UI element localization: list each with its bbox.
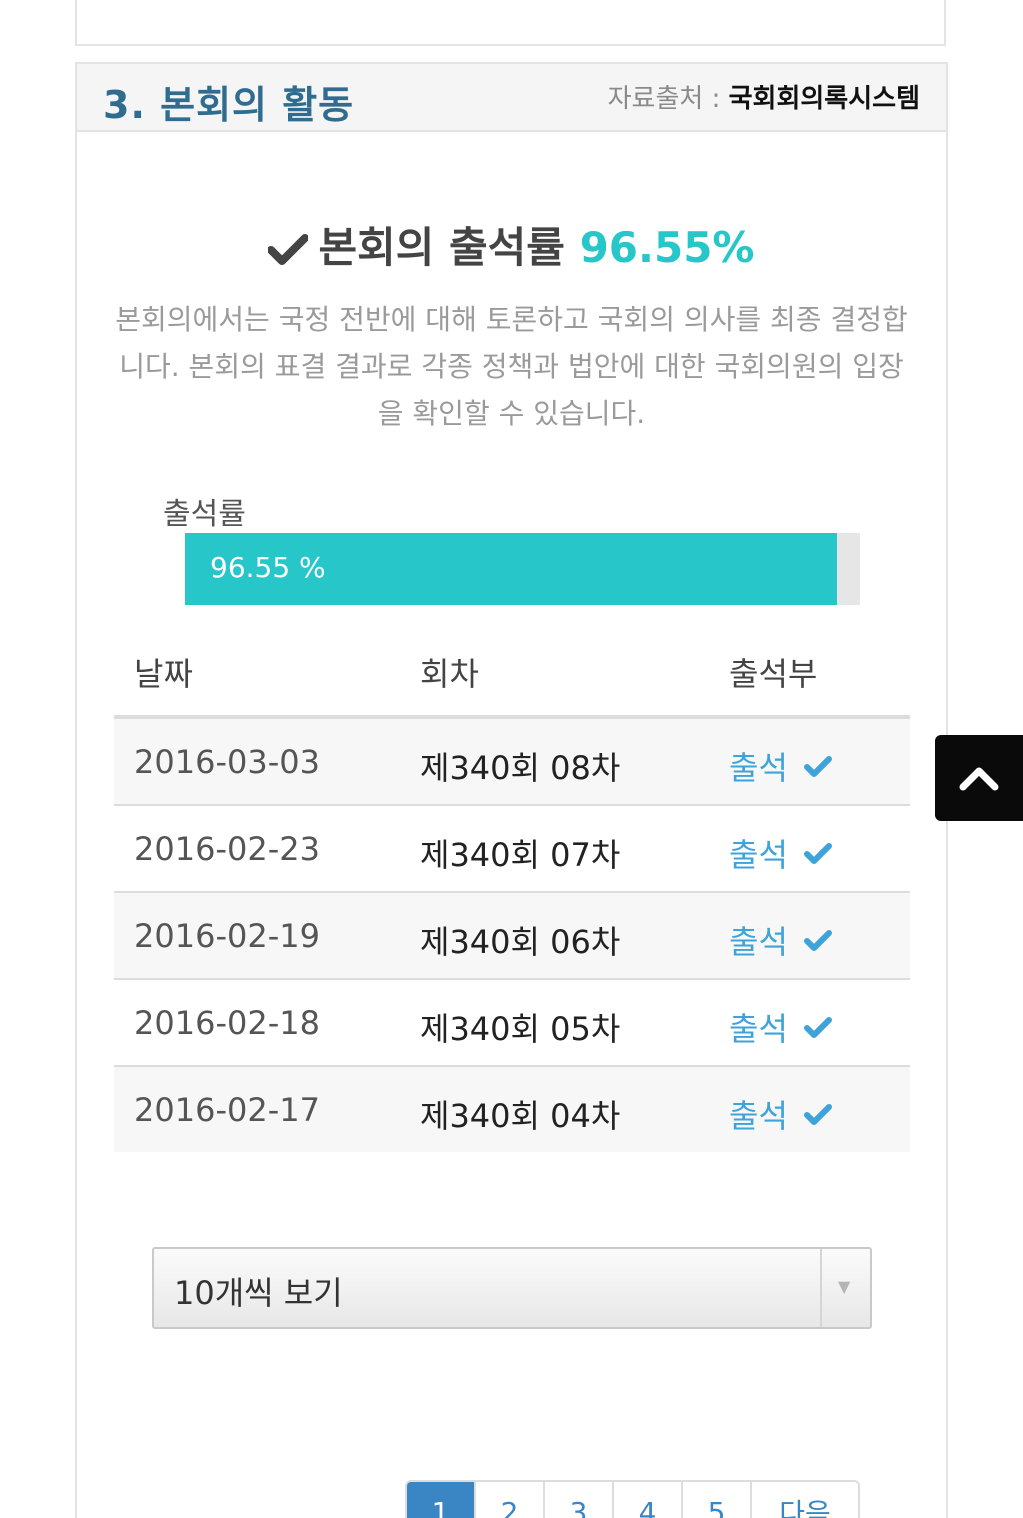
row-session: 제340회 08차 (420, 749, 621, 787)
row-date: 2016-02-19 (134, 917, 320, 955)
row-date: 2016-03-03 (134, 743, 320, 781)
page-size-selected: 10개씩 보기 (174, 1274, 343, 1312)
check-icon (803, 748, 832, 786)
column-header-date: 날짜 (134, 655, 193, 693)
attendance-status: 출석 (729, 749, 788, 787)
plenary-activity-section: 3. 본회의 활동 자료출처 : 국회회의록시스템 본회의 출석률 96.55%… (75, 62, 948, 1518)
row-attendance-link[interactable]: 출석 (729, 1091, 832, 1137)
page: 3. 본회의 활동 자료출처 : 국회회의록시스템 본회의 출석률 96.55%… (0, 0, 1023, 1518)
attendance-status: 출석 (729, 836, 788, 874)
chevron-up-icon (959, 767, 999, 791)
attendance-progress-text: 96.55 % (210, 551, 326, 584)
row-attendance-link[interactable]: 출석 (729, 1004, 832, 1050)
row-session: 제340회 05차 (420, 1010, 621, 1048)
row-date: 2016-02-18 (134, 1004, 320, 1042)
progress-label: 출석률 (163, 497, 246, 532)
attendance-rate-value: 96.55% (579, 223, 755, 272)
row-session: 제340회 07차 (420, 836, 621, 874)
attendance-heading-label: 본회의 출석률 (318, 223, 565, 272)
row-date: 2016-02-17 (134, 1091, 320, 1129)
table-header: 날짜 회차 출석부 (114, 629, 910, 719)
data-source: 자료출처 : 국회회의록시스템 (608, 78, 920, 115)
attendance-heading: 본회의 출석률 96.55% (77, 214, 946, 275)
check-icon (803, 922, 832, 960)
row-attendance-link[interactable]: 출석 (729, 743, 832, 789)
page-button-5[interactable]: 5 (683, 1482, 752, 1518)
next-page-button[interactable]: 다음 (752, 1482, 858, 1518)
page-size-select[interactable]: 10개씩 보기 ▼ (152, 1247, 872, 1329)
table-row: 2016-02-19 제340회 06차 출석 (114, 893, 910, 980)
check-icon (803, 1096, 832, 1134)
row-attendance-link[interactable]: 출석 (729, 830, 832, 876)
attendance-progress-bar: 96.55 % (185, 533, 860, 605)
attendance-status: 출석 (729, 1010, 788, 1048)
page-button-2[interactable]: 2 (476, 1482, 545, 1518)
table-row: 2016-03-03 제340회 08차 출석 (114, 719, 910, 806)
source-value: 국회회의록시스템 (728, 84, 920, 114)
column-header-session: 회차 (420, 655, 479, 693)
attendance-description: 본회의에서는 국정 전반에 대해 토론하고 국회의 의사를 최종 결정합니다. … (115, 303, 908, 430)
attendance-table: 날짜 회차 출석부 2016-03-03 제340회 08차 출석 2016-0… (114, 629, 910, 1152)
page-button-4[interactable]: 4 (614, 1482, 683, 1518)
row-session: 제340회 04차 (420, 1097, 621, 1135)
table-row: 2016-02-23 제340회 07차 출석 (114, 806, 910, 893)
check-icon (803, 1009, 832, 1047)
dropdown-arrow-icon[interactable]: ▼ (820, 1249, 870, 1327)
check-icon (267, 226, 310, 275)
previous-section-card (75, 0, 946, 46)
page-button-3[interactable]: 3 (545, 1482, 614, 1518)
section-title: 3. 본회의 활동 (103, 83, 355, 127)
row-session: 제340회 06차 (420, 923, 621, 961)
section-header: 3. 본회의 활동 자료출처 : 국회회의록시스템 (77, 64, 946, 132)
table-row: 2016-02-18 제340회 05차 출석 (114, 980, 910, 1067)
scroll-to-top-button[interactable] (935, 735, 1023, 821)
pagination: 1 2 3 4 5 다음 (405, 1480, 860, 1518)
attendance-status: 출석 (729, 1097, 788, 1135)
check-icon (803, 835, 832, 873)
table-row: 2016-02-17 제340회 04차 출석 (114, 1067, 910, 1152)
page-button-1[interactable]: 1 (407, 1482, 476, 1518)
row-attendance-link[interactable]: 출석 (729, 917, 832, 963)
attendance-status: 출석 (729, 923, 788, 961)
source-label: 자료출처 : (607, 84, 729, 114)
column-header-attendance: 출석부 (729, 655, 818, 693)
row-date: 2016-02-23 (134, 830, 320, 868)
